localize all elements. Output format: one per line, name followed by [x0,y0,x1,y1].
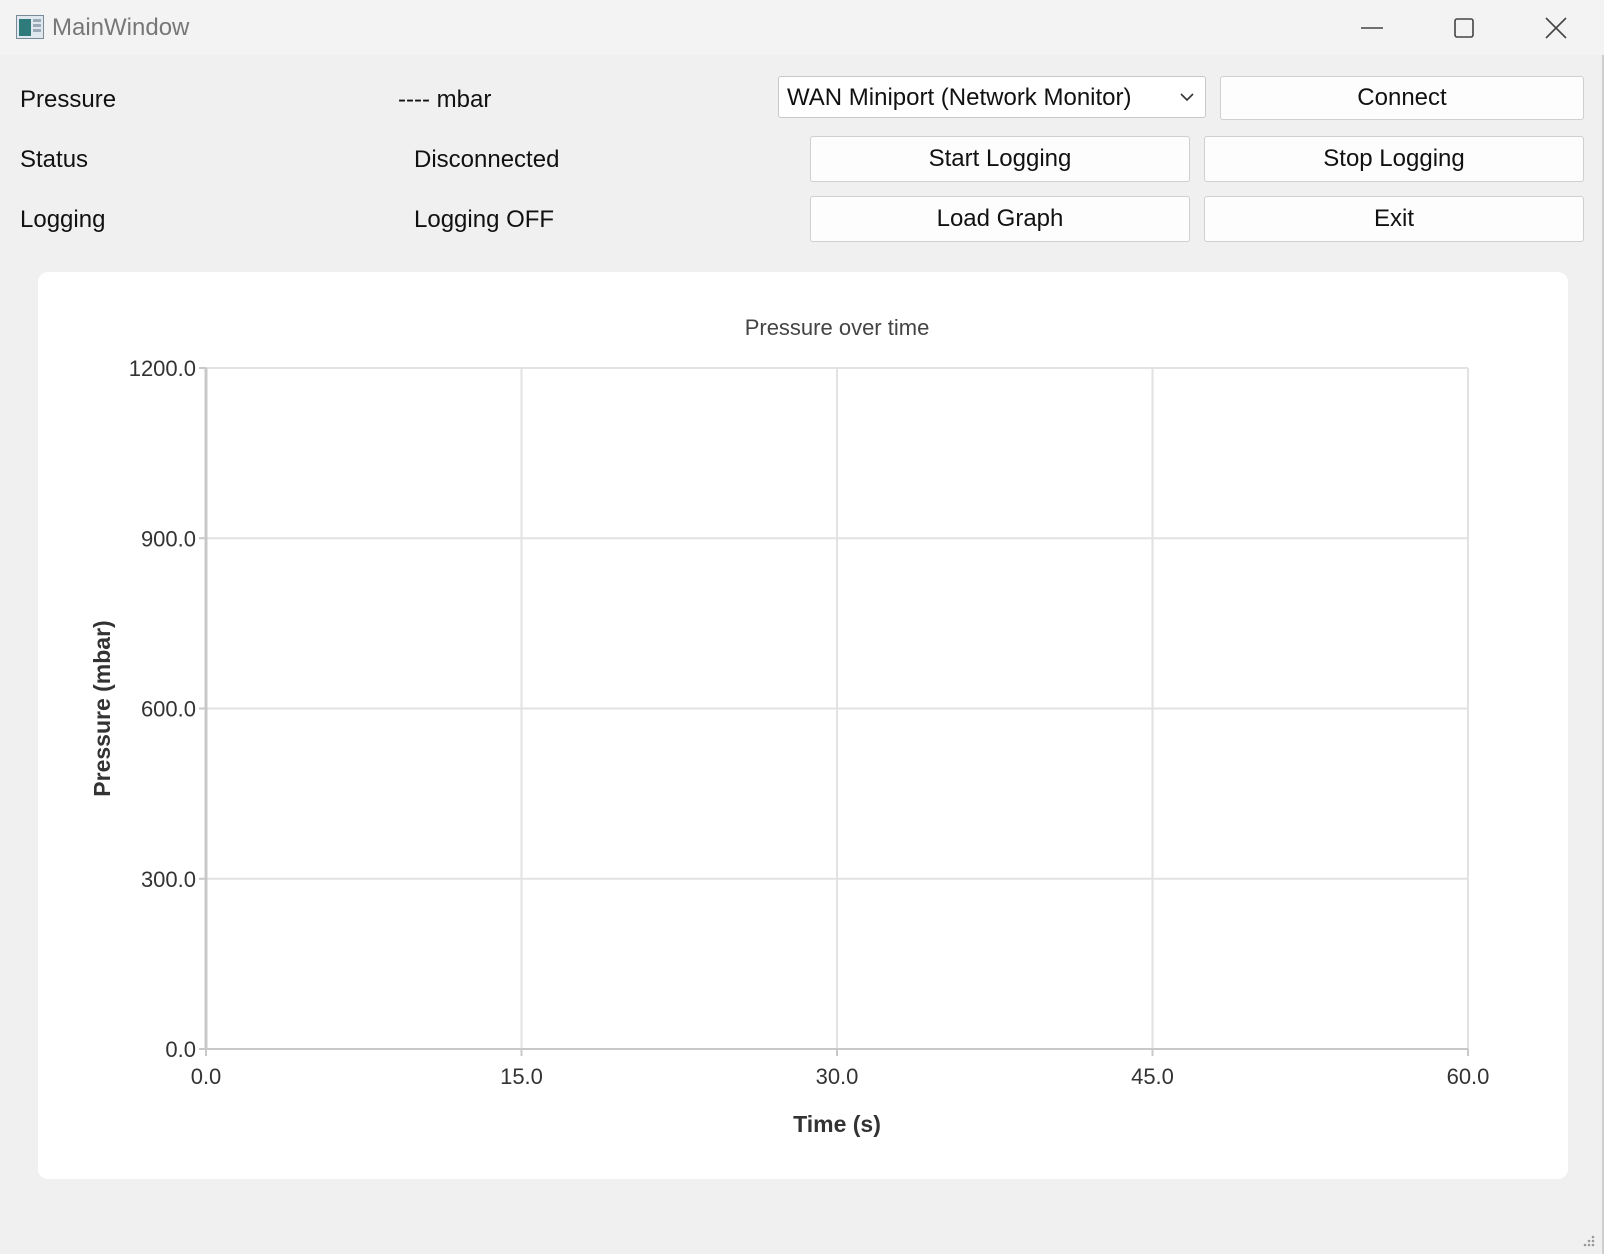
y-tick-label: 1200.0 [129,356,196,381]
x-tick-label: 60.0 [1447,1064,1490,1089]
chevron-down-icon [1180,93,1194,102]
status-label: Status [20,146,89,173]
maximize-icon [1454,17,1474,38]
y-tick-label: 900.0 [141,526,196,551]
x-tick-label: 45.0 [1131,1064,1174,1089]
pressure-label: Pressure [20,86,117,113]
exit-button[interactable]: Exit [1204,196,1584,242]
title-bar[interactable]: MainWindow [0,0,1604,55]
minimize-button[interactable] [1326,0,1418,55]
maximize-button[interactable] [1418,0,1510,55]
x-axis-label: Time (s) [793,1111,881,1137]
connect-button[interactable]: Connect [1220,76,1584,120]
y-axis-label: Pressure (mbar) [89,620,115,796]
resize-grip-icon[interactable] [1580,1232,1596,1248]
logging-label: Logging [20,206,106,233]
status-value: Disconnected [414,146,560,173]
device-select-value: WAN Miniport (Network Monitor) [787,84,1132,111]
close-button[interactable] [1510,0,1602,55]
logging-value: Logging OFF [414,206,555,233]
pressure-value: ---- mbar [398,86,492,113]
device-select[interactable]: WAN Miniport (Network Monitor) [778,76,1206,118]
main-window: MainWindow Pressure ---- mbar Status Dis… [0,0,1604,1254]
y-tick-label: 300.0 [141,867,196,892]
x-tick-label: 15.0 [500,1064,543,1089]
chart-title: Pressure over time [745,315,930,340]
minimize-icon [1361,26,1383,29]
load-graph-button[interactable]: Load Graph [810,196,1190,242]
y-tick-label: 600.0 [141,697,196,722]
x-tick-label: 0.0 [191,1064,222,1089]
pressure-chart: Pressure over time 0.0 15.0 30.0 45.0 60.0 0.0… [89,315,1490,1137]
start-logging-button[interactable]: Start Logging [810,136,1190,182]
stop-logging-button[interactable]: Stop Logging [1204,136,1584,182]
app-window-icon [16,15,44,39]
y-tick-label: 0.0 [165,1037,196,1062]
close-icon [1545,16,1567,39]
x-tick-label: 30.0 [816,1064,859,1089]
chart-panel: Pressure over time 0.0 15.0 30.0 45.0 60.0 0.0… [38,272,1568,1179]
window-title: MainWindow [52,14,190,41]
